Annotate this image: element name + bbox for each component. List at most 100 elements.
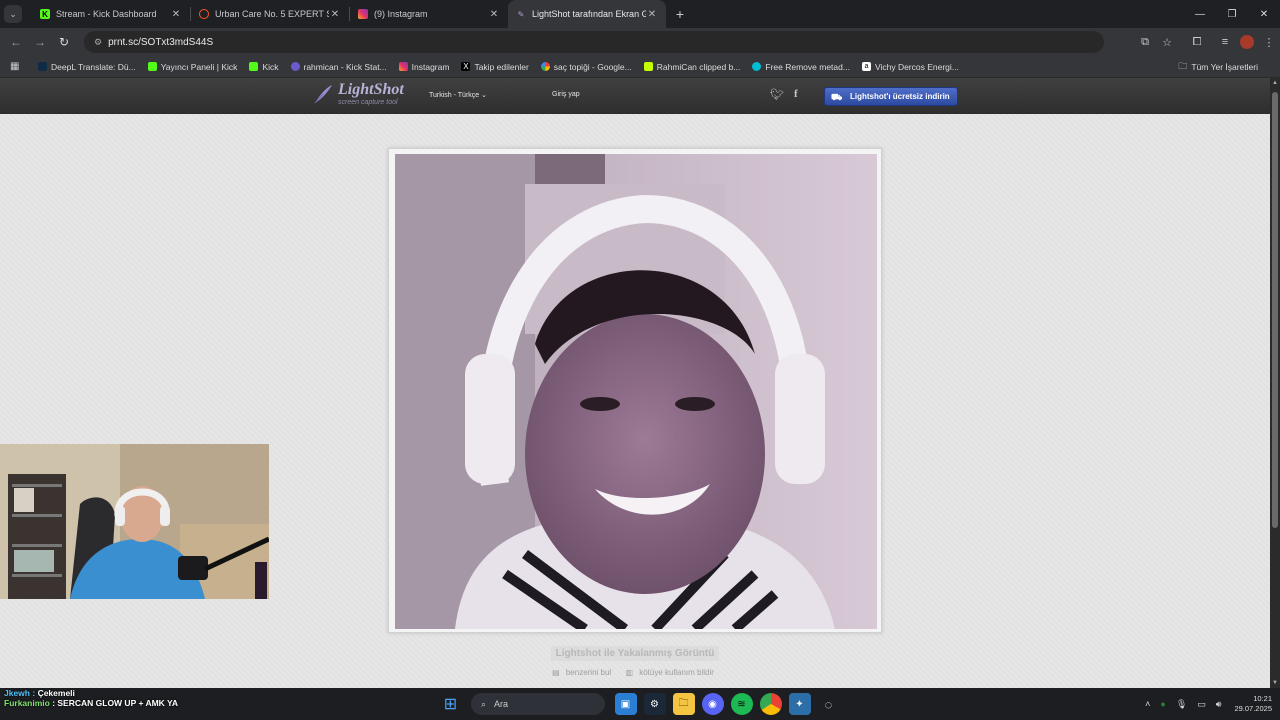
volume-icon[interactable]: 🔊︎ (1216, 699, 1222, 710)
screenshot-image[interactable] (395, 154, 877, 629)
scrollbar-thumb[interactable] (1272, 92, 1278, 528)
close-tab-icon[interactable]: ✕ (646, 9, 658, 20)
restore-icon[interactable]: ❐ (1216, 0, 1248, 28)
bookmark-item[interactable]: saç topiği - Google... (540, 62, 632, 72)
lightshot-logo[interactable]: LightShot screen capture tool (312, 82, 404, 106)
bookmark-item[interactable]: Instagram (398, 61, 450, 72)
discord-icon[interactable]: ◉ (701, 693, 724, 715)
bookmark-item[interactable]: rahmican - Kick Stat... (290, 62, 387, 72)
bookmark-item[interactable]: DeepL Translate: Dü... (38, 62, 136, 72)
all-bookmarks-label: Tüm Yer İşaretleri (1191, 62, 1258, 72)
file-explorer-icon[interactable]: 🗀 (672, 693, 695, 715)
app-icon-2[interactable]: ◌ (818, 693, 840, 715)
language-label: Turkish - Türkçe (429, 92, 480, 99)
extensions-icon[interactable]: ⧠ (1186, 36, 1208, 49)
download-button[interactable]: ⛟ Lightshot'ı ücretsiz indirin (824, 87, 958, 106)
kick-icon (147, 62, 157, 71)
page-scrollbar[interactable]: ▲ ▼ (1270, 78, 1280, 688)
chat-message: Furkanimio : SERCAN GLOW UP + AMK YA (4, 698, 334, 708)
chat-message: Jkewh : Çekemeli (4, 688, 75, 698)
spotify-icon[interactable]: ≋ (730, 693, 753, 715)
chat-username: Jkewh (4, 688, 30, 698)
bookmark-label: Takip edilenler (474, 61, 529, 72)
bookmark-label: Yayıncı Paneli | Kick (160, 61, 238, 72)
scroll-up-icon[interactable]: ▲ (1270, 80, 1280, 86)
bookmark-label: Vichy Dercos Energi... (874, 61, 959, 72)
widgets-icon[interactable]: ▣ (614, 693, 637, 715)
find-similar-link[interactable]: ▤ benzerini bul (552, 668, 615, 677)
bookmark-item[interactable]: RahmiCan clipped b... (643, 61, 741, 72)
profile-avatar[interactable] (1240, 35, 1254, 49)
forward-icon[interactable]: → (28, 35, 52, 49)
back-icon[interactable]: ← (4, 35, 28, 49)
lightshot-feather-icon: ✎ (517, 9, 525, 19)
site-info-icon[interactable]: ⚙ (94, 37, 102, 48)
scroll-down-icon[interactable]: ▼ (1270, 680, 1280, 686)
bookmark-item[interactable]: Kick (249, 61, 279, 72)
kick-icon: K (40, 9, 50, 19)
language-selector[interactable]: Turkish - Türkçe ⌄ (429, 91, 487, 99)
bookmark-item[interactable]: Yayıncı Paneli | Kick (147, 61, 238, 72)
app-icon[interactable]: ✦ (788, 693, 811, 715)
amazon-icon: a (861, 62, 871, 71)
network-icon[interactable]: ▭ (1197, 699, 1206, 710)
facebook-icon[interactable]: f (794, 88, 798, 101)
clock[interactable]: 10:21 29.07.2025 (1234, 694, 1272, 714)
download-icon: ⛟ (831, 92, 843, 102)
login-link[interactable]: Giriş yap (552, 91, 580, 98)
download-label: Lightshot'ı ücretsiz indirin (850, 92, 950, 101)
tab-strip: ⌄ K Stream - Kick Dashboard ✕ Urban Care… (0, 0, 1280, 28)
find-similar-label: benzerini bul (565, 668, 612, 677)
lightshot-header: LightShot screen capture tool Turkish - … (0, 78, 1270, 114)
minimize-icon[interactable]: — (1184, 0, 1216, 28)
close-tab-icon[interactable]: ✕ (170, 9, 182, 20)
chrome-icon[interactable] (759, 693, 782, 715)
bookmark-label: RahmiCan clipped b... (656, 61, 741, 72)
reload-icon[interactable]: ↻ (52, 35, 76, 49)
install-app-icon[interactable]: ⧉ (1134, 36, 1156, 49)
chevron-down-icon: ⌄ (481, 92, 488, 99)
tab-kick-dashboard[interactable]: K Stream - Kick Dashboard ✕ (32, 0, 190, 28)
x-icon: X (461, 62, 471, 71)
tab-title: LightShot tarafından Ekran Görüntüsü (532, 9, 646, 19)
microphone-icon[interactable]: 🎙︎ (1176, 699, 1187, 710)
address-bar[interactable]: ⚙ prnt.sc/SOTxt3mdS44S (84, 31, 1104, 53)
all-bookmarks-button[interactable]: 🗀 Tüm Yer İşaretleri (1178, 56, 1258, 78)
apps-grid-icon[interactable]: ▦ (10, 61, 24, 72)
bookmark-label: Instagram (411, 61, 450, 72)
close-window-icon[interactable]: ✕ (1248, 0, 1280, 28)
new-tab-button[interactable]: + (670, 6, 690, 22)
screenshot-frame (388, 148, 882, 633)
instagram-icon (358, 9, 368, 19)
caption-links: ▤ benzerini bul ▥ kötüye kullanım bildir (0, 668, 1270, 677)
bookmark-star-icon[interactable]: ☆ (1156, 36, 1178, 49)
bookmark-item[interactable]: X Takip edilenler (461, 61, 529, 72)
window-controls: — ❐ ✕ (1184, 0, 1280, 28)
twitter-icon[interactable]: 🐦︎ (770, 88, 784, 101)
menu-kebab-icon[interactable]: ⋮ (1258, 36, 1280, 49)
instagram-icon (398, 62, 408, 71)
report-abuse-link[interactable]: ▥ kötüye kullanım bildir (625, 668, 717, 677)
chevron-up-icon[interactable]: ˄ (1145, 699, 1150, 709)
tab-search-button[interactable]: ⌄ (4, 5, 22, 23)
media-control-icon[interactable]: ≡ (1214, 36, 1236, 48)
chat-text: : SERCAN GLOW UP + AMK YA (52, 698, 179, 708)
tab-urban-care[interactable]: Urban Care No. 5 EXPERT Series ✕ (191, 0, 349, 28)
tab-lightshot[interactable]: ✎ LightShot tarafından Ekran Görüntüsü ✕ (508, 0, 666, 28)
windows-start-icon[interactable]: ⊞ (440, 693, 462, 715)
tab-title: (9) Instagram (374, 9, 428, 19)
bookmark-label: Kick (262, 61, 279, 72)
stats-icon (290, 62, 300, 71)
bookmark-item[interactable]: a Vichy Dercos Energi... (861, 61, 959, 72)
tab-instagram[interactable]: (9) Instagram ✕ (350, 0, 508, 28)
feather-icon (314, 84, 333, 104)
tray-app-icon[interactable]: ● (1160, 699, 1165, 709)
steam-icon[interactable]: ⚙ (643, 693, 666, 715)
close-tab-icon[interactable]: ✕ (488, 9, 500, 20)
bookmark-item[interactable]: Free Remove metad... (752, 62, 850, 72)
google-icon (540, 62, 550, 71)
kick-icon (249, 62, 259, 71)
taskbar-search[interactable]: ⌕ Ara (471, 693, 605, 715)
clock-time: 10:21 (1253, 694, 1272, 703)
close-tab-icon[interactable]: ✕ (329, 9, 341, 20)
